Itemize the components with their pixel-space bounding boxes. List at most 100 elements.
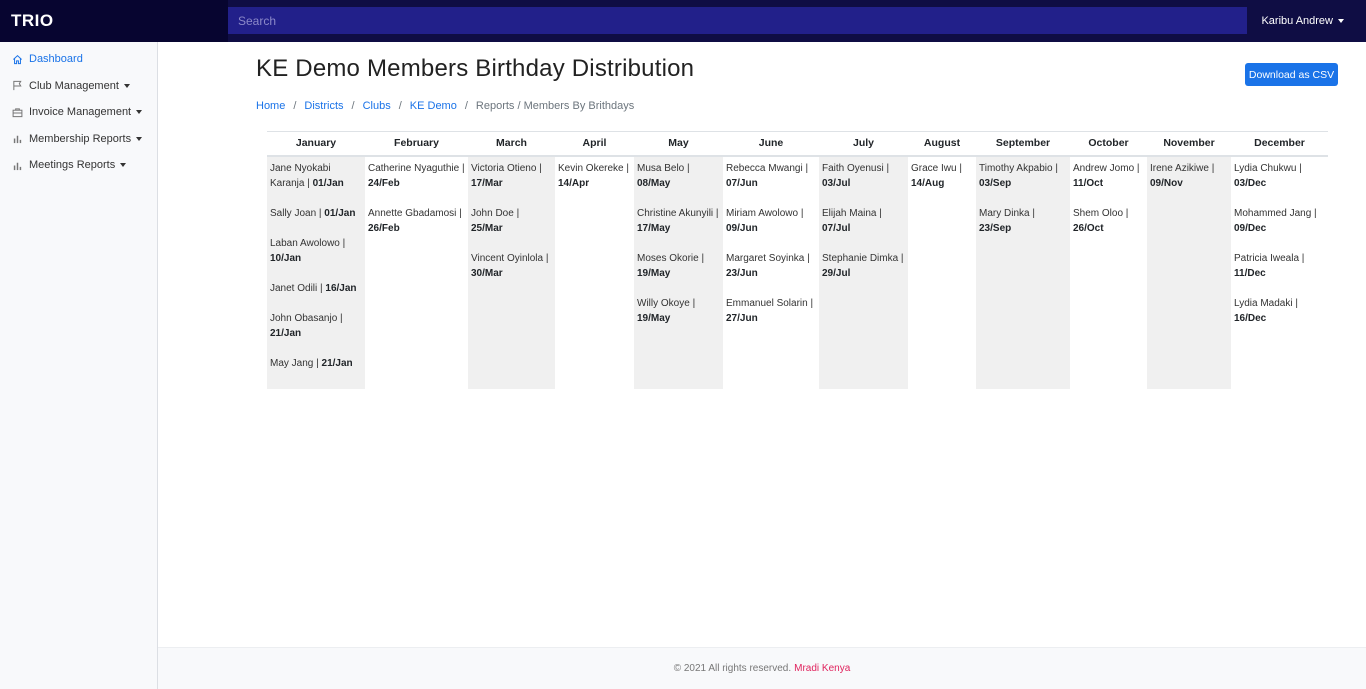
sidebar-item-invoice-management[interactable]: Invoice Management (0, 99, 157, 126)
breadcrumb-current: Reports / Members By Brithdays (475, 100, 635, 112)
month-column-october: Andrew Jomo | 11/Oct Shem Oloo | 26/Oct (1070, 156, 1147, 389)
month-column-august: Grace Iwu | 14/Aug (908, 156, 976, 389)
footer-company-link[interactable]: Mradi Kenya (794, 663, 850, 674)
month-column-april: Kevin Okereke | 14/Apr (555, 156, 634, 389)
breadcrumb-separator: / (464, 100, 468, 112)
birthday-entry: Laban Awolowo | 10/Jan (270, 237, 346, 264)
member-name: Faith Oyenusi (822, 162, 884, 174)
member-name: Christine Akunyili (637, 207, 714, 219)
member-name: Annette Gbadamosi (368, 207, 457, 219)
sidebar: Dashboard Club Management Invoice Manage… (0, 42, 158, 689)
birthday-entry: Vincent Oyinlola | 30/Mar (471, 252, 549, 279)
member-name: Laban Awolowo (270, 237, 340, 249)
birthday-date: 17/Mar (471, 177, 503, 189)
sidebar-item-label: Club Management (29, 79, 119, 92)
month-header-june: June (723, 131, 819, 157)
birthday-date: 08/May (637, 177, 671, 189)
month-header-july: July (819, 131, 908, 157)
user-menu[interactable]: Karibu Andrew (1261, 0, 1344, 42)
birthday-entry: Emmanuel Solarin | 27/Jun (726, 297, 814, 324)
member-name: John Obasanjo (270, 312, 338, 324)
birthday-entry: Christine Akunyili | 17/May (637, 207, 719, 234)
birthday-entry: Miriam Awolowo | 09/Jun (726, 207, 804, 234)
birthday-date: 11/Oct (1073, 177, 1104, 189)
footer-copyright: © 2021 All rights reserved. (673, 663, 792, 674)
member-name: Mary Dinka (979, 207, 1030, 219)
sidebar-item-club-management[interactable]: Club Management (0, 73, 157, 100)
breadcrumb-districts[interactable]: Districts (304, 100, 343, 112)
birthday-entry: Patricia Iweala | 11/Dec (1234, 252, 1305, 279)
birthday-entry: Shem Oloo | 26/Oct (1073, 207, 1129, 234)
briefcase-icon (11, 106, 23, 118)
member-name: Moses Okorie (637, 252, 699, 264)
birthday-date: 16/Jan (325, 282, 357, 294)
month-column-december: Lydia Chukwu | 03/Dec Mohammed Jang | 09/… (1231, 156, 1328, 389)
birthday-entry: Jane Nyokabi Karanja | 01/Jan (270, 162, 344, 189)
birthday-entry: Mary Dinka | 23/Sep (979, 207, 1035, 234)
member-name: Kevin Okereke (558, 162, 624, 174)
birthday-date: 17/May (637, 222, 671, 234)
month-header-row: January February March April May June July Augu… (267, 131, 1328, 157)
birthday-entry: Elijah Maina | 07/Jul (822, 207, 882, 234)
birthday-date: 27/Jun (726, 312, 758, 324)
birthday-date: 07/Jun (726, 177, 758, 189)
birthday-entry: Moses Okorie | 19/May (637, 252, 705, 279)
breadcrumb-club[interactable]: KE Demo (410, 100, 457, 112)
chevron-down-icon (120, 163, 127, 168)
breadcrumb-clubs[interactable]: Clubs (363, 100, 391, 112)
birthday-date: 03/Dec (1234, 177, 1267, 189)
bar-chart-icon (11, 159, 23, 171)
birthday-entry: Rebecca Mwangi | 07/Jun (726, 162, 809, 189)
download-csv-button[interactable]: Download as CSV (1245, 63, 1338, 86)
member-name: John Doe (471, 207, 514, 219)
breadcrumb: Home / Districts / Clubs / KE Demo / Rep… (256, 100, 634, 112)
member-name: Sally Joan (270, 207, 317, 219)
chevron-down-icon (136, 136, 143, 141)
birthday-entry: Andrew Jomo | 11/Oct (1073, 162, 1140, 189)
month-header-august: August (908, 131, 976, 157)
sidebar-item-dashboard[interactable]: Dashboard (0, 46, 157, 73)
birthday-date: 03/Jul (822, 177, 851, 189)
member-name: Emmanuel Solarin (726, 297, 808, 309)
member-name: Stephanie Dimka (822, 252, 899, 264)
month-column-july: Faith Oyenusi | 03/Jul Elijah Maina | 07/… (819, 155, 908, 389)
birthday-date: 09/Dec (1234, 222, 1267, 234)
bar-chart-icon (11, 133, 23, 145)
month-column-september: Timothy Akpabio | 03/Sep Mary Dinka | 23/… (976, 155, 1070, 389)
member-name: Janet Odili (270, 282, 318, 294)
footer: © 2021 All rights reserved. Mradi Kenya (158, 647, 1366, 689)
breadcrumb-separator: / (293, 100, 297, 112)
sidebar-item-meetings-reports[interactable]: Meetings Reports (0, 152, 157, 179)
sidebar-item-membership-reports[interactable]: Membership Reports (0, 126, 157, 153)
month-column-may: Musa Belo | 08/May Christine Akunyili | 1… (634, 155, 723, 389)
member-name: Musa Belo (637, 162, 685, 174)
birthday-date: 14/Apr (558, 177, 590, 189)
birthday-entry: Janet Odili | 16/Jan (270, 282, 357, 294)
birthday-date: 23/Jun (726, 267, 758, 279)
birthday-entry: Victoria Otieno | 17/Mar (471, 162, 542, 189)
birthday-date: 14/Aug (911, 177, 945, 189)
month-header-december: December (1231, 131, 1328, 157)
birthday-date: 23/Sep (979, 222, 1012, 234)
search-input[interactable] (228, 7, 1247, 34)
member-name: Irene Azikiwe (1150, 162, 1209, 174)
member-name: Rebecca Mwangi (726, 162, 803, 174)
member-name: Patricia Iweala (1234, 252, 1300, 264)
main-content: KE Demo Members Birthday Distribution Do… (158, 42, 1366, 647)
birthday-date: 19/May (637, 312, 671, 324)
home-icon (11, 53, 23, 65)
month-column-march: Victoria Otieno | 17/Mar John Doe | 25/Ma… (468, 155, 555, 389)
month-header-october: October (1070, 131, 1147, 157)
member-name: Miriam Awolowo (726, 207, 799, 219)
member-name: Grace Iwu (911, 162, 957, 174)
birthday-date: 26/Feb (368, 222, 400, 234)
birthday-entry: Musa Belo | 08/May (637, 162, 690, 189)
breadcrumb-home[interactable]: Home (256, 100, 285, 112)
birthday-date: 30/Mar (471, 267, 503, 279)
birthday-entry: May Jang | 21/Jan (270, 357, 353, 369)
member-name: Margaret Soyinka (726, 252, 805, 264)
chevron-down-icon (136, 110, 143, 115)
month-header-september: September (976, 131, 1070, 157)
brand-logo[interactable]: TRIO (0, 0, 228, 42)
member-name: Mohammed Jang (1234, 207, 1312, 219)
